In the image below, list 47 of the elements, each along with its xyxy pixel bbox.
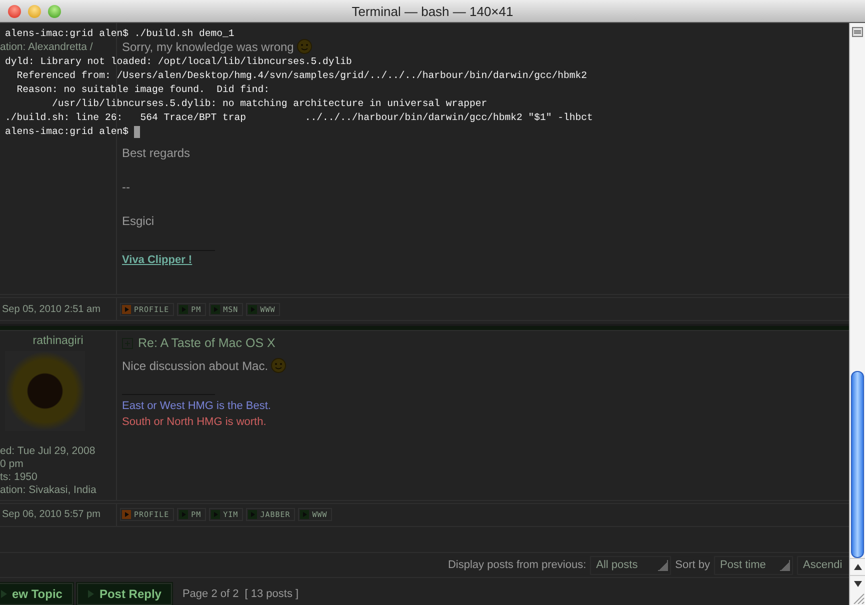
- post-text: Nice discussion about Mac.: [122, 358, 268, 373]
- play-icon: [1, 590, 7, 598]
- profile-detail: ed: Tue Jul 29, 2008: [0, 445, 96, 458]
- scroll-thumb[interactable]: [851, 371, 864, 558]
- post-date: Sep 06, 2010 5:57 pm: [1, 509, 100, 520]
- filter-label: Display posts from previous:: [448, 559, 586, 572]
- sort-label: Sort by: [675, 559, 710, 572]
- post-count: [ 13 posts ]: [244, 588, 299, 600]
- signature-link[interactable]: Viva Clipper !: [122, 254, 192, 266]
- play-icon: [88, 590, 94, 598]
- post-text: Sorry, my knowledge was wrong: [122, 40, 294, 54]
- terminal-line: ./build.sh: line 26: 564 Trace/BPT trap ../../../harbour/bin/darwin/gcc/hbmk2 "$1" -lhbct: [5, 111, 593, 125]
- terminal-line: alens-imac:grid alen$: [5, 125, 130, 139]
- profile-detail: ation: Alexandretta /: [0, 41, 93, 54]
- sort-select[interactable]: Post time: [714, 556, 793, 575]
- action-button[interactable]: ew Topic: [0, 583, 74, 605]
- author-name[interactable]: rathinagiri: [32, 335, 84, 348]
- window-title: Terminal — bash — 140×41: [352, 4, 514, 18]
- split-pane-icon[interactable]: [852, 27, 863, 37]
- terminal-line: Reason: no suitable image found. Did find:: [16, 83, 270, 97]
- profile-detail: ation: Sivakasi, India: [0, 484, 96, 498]
- caret-icon: [780, 560, 790, 571]
- profile-detail: 0 pm: [0, 458, 24, 472]
- filter-select[interactable]: All posts: [590, 556, 672, 575]
- caret-icon: [658, 560, 668, 571]
- post-date: Sep 05, 2010 2:51 am: [1, 304, 100, 315]
- close-button[interactable]: [8, 4, 21, 18]
- text-cursor: [134, 126, 140, 138]
- terminal-line: dyld: Library not loaded: /opt/local/lib/libncurses.5.dylib: [5, 55, 352, 69]
- signature-text: South or North HMG is worth.: [122, 415, 266, 430]
- terminal-line: Referenced from: /Users/alen/Desktop/hmg.4/svn/samples/grid/../../../harbour/bin/darwin/gcc/hbmk2: [16, 69, 588, 83]
- smiley-icon: [271, 358, 286, 374]
- post-text: --: [122, 180, 130, 194]
- post-text: Best regards: [122, 146, 190, 160]
- scrollbar[interactable]: [849, 23, 865, 605]
- zoom-button[interactable]: [48, 4, 61, 18]
- terminal-line: /usr/lib/libncurses.5.dylib: no matching architecture in universal wrapper: [51, 97, 488, 111]
- up-arrow-icon: [854, 564, 862, 570]
- down-arrow-icon: [854, 581, 862, 587]
- smiley-icon: [296, 39, 312, 54]
- profile-detail: ts: 1950: [0, 471, 38, 484]
- signature-text: East or West HMG is the Best.: [122, 399, 271, 414]
- post-text: Esgici: [122, 214, 154, 228]
- post-subject[interactable]: Re: A Taste of Mac OS X: [138, 336, 276, 350]
- pagination-text: Page 2 of 2: [182, 588, 239, 600]
- action-button[interactable]: Post Reply: [77, 583, 172, 605]
- terminal-line: alens-imac:grid alen$ ./build.sh demo_1: [5, 27, 234, 41]
